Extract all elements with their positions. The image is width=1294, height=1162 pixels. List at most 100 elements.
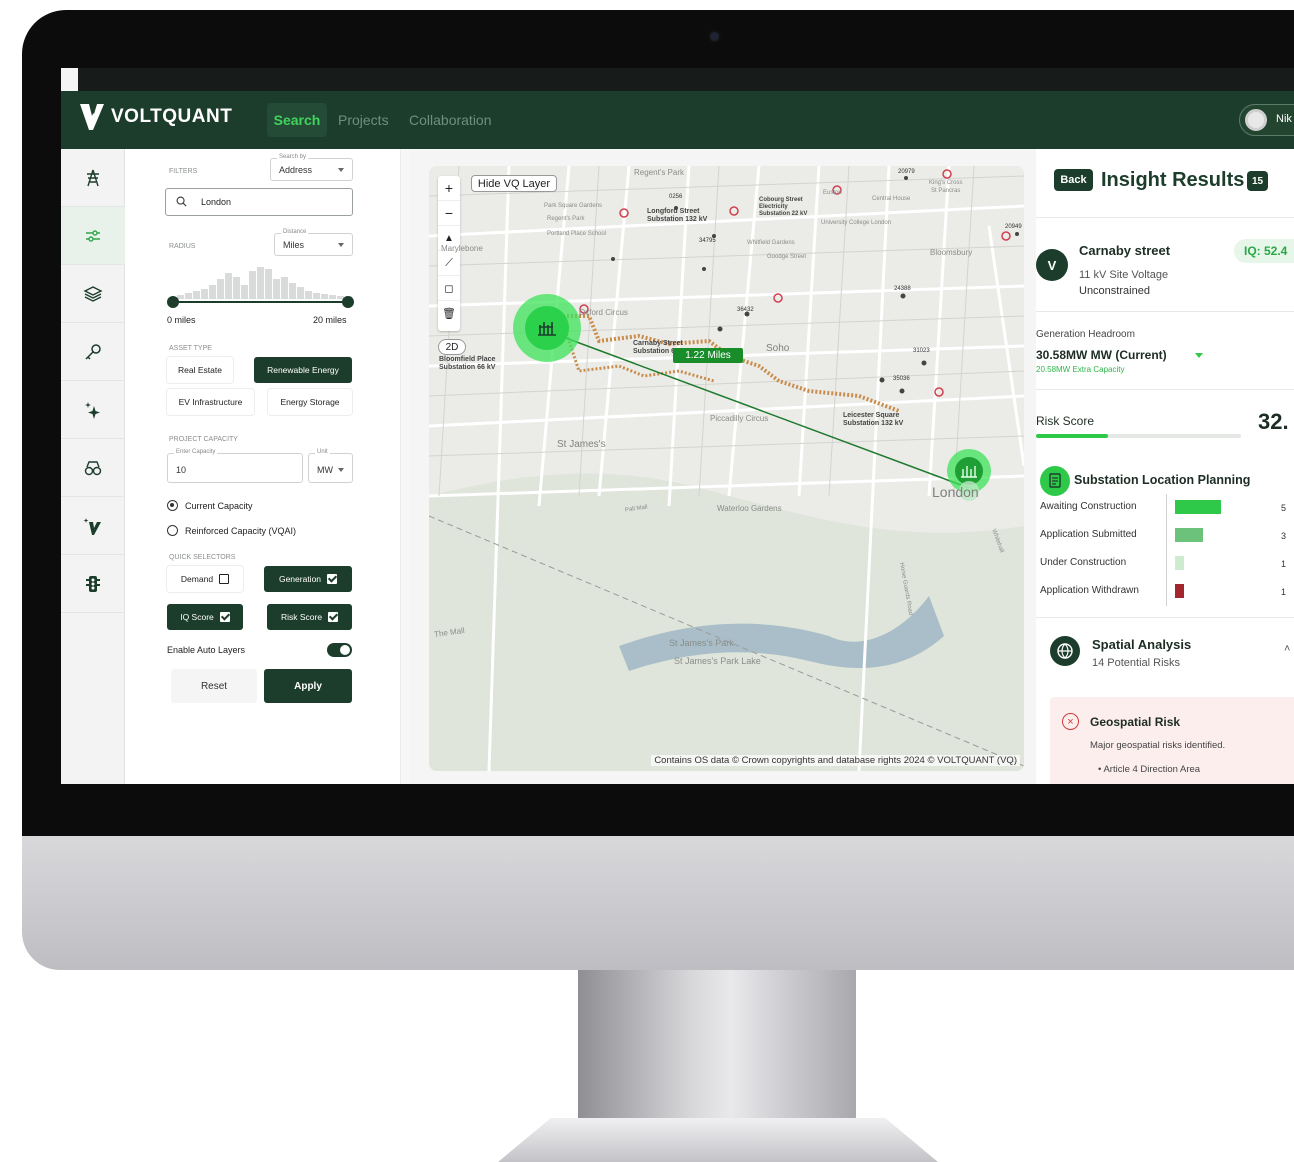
- reinforced-capacity-radio[interactable]: [167, 525, 178, 536]
- substation-icon[interactable]: [960, 462, 978, 480]
- iq-score-badge: IQ: 52.4: [1234, 239, 1294, 263]
- caret-down-icon[interactable]: [1195, 353, 1203, 358]
- map-label-st-james: St James's: [557, 439, 606, 450]
- chevron-down-icon: [338, 468, 344, 472]
- histogram-bar: [209, 285, 216, 299]
- delete-icon[interactable]: 🗑: [438, 301, 460, 326]
- substation-longford[interactable]: Longford Street Substation 132 kV: [647, 208, 717, 224]
- histogram-bar: [193, 291, 200, 299]
- map-label-park-square: Park Square Gardens: [544, 203, 603, 209]
- sidebar-item-tower[interactable]: [61, 149, 125, 207]
- view-mode-toggle[interactable]: 2D: [438, 339, 466, 355]
- headroom-extra: 20.58MW Extra Capacity: [1036, 365, 1125, 374]
- sidebar-item-key[interactable]: [61, 323, 125, 381]
- capacity-caption: Enter Capacity: [174, 449, 218, 455]
- radius-slider-track[interactable]: [172, 301, 348, 303]
- sidebar-item-filters[interactable]: [61, 207, 125, 265]
- hide-vq-layer-button[interactable]: Hide VQ Layer: [471, 175, 557, 192]
- draw-line-icon[interactable]: ⟋: [438, 251, 460, 276]
- capacity-input[interactable]: Enter Capacity 10: [167, 449, 303, 483]
- search-input[interactable]: London: [165, 188, 353, 216]
- back-button[interactable]: Back: [1054, 169, 1093, 191]
- asset-ev-infrastructure[interactable]: EV Infrastructure: [167, 389, 254, 415]
- asset-energy-storage[interactable]: Energy Storage: [268, 389, 352, 415]
- quick-risk-score-checkbox[interactable]: Risk Score: [267, 604, 352, 630]
- geospatial-risk-item: • Article 4 Direction Area: [1098, 764, 1201, 775]
- substation-leicester[interactable]: Leicester Square Substation 132 kV: [843, 412, 923, 428]
- camera-icon: [710, 32, 719, 41]
- radius-slider-max-handle[interactable]: [342, 296, 354, 308]
- site-status: Unconstrained: [1079, 285, 1150, 297]
- sidebar-item-vq-ai[interactable]: [61, 497, 125, 555]
- traffic-light-icon: [86, 575, 100, 592]
- substation-cobourg[interactable]: Cobourg Street Electricity Substation 22…: [759, 197, 819, 218]
- planning-row-bar[interactable]: [1175, 556, 1185, 570]
- map-label-soho: Soho: [766, 343, 790, 354]
- planning-row-bar[interactable]: [1175, 500, 1221, 514]
- planning-row-bar[interactable]: [1175, 584, 1185, 598]
- user-menu[interactable]: Nik: [1239, 104, 1294, 136]
- map-marker-label: 36432: [737, 307, 754, 313]
- substation-icon[interactable]: [536, 317, 558, 339]
- substation-bloomfield[interactable]: Bloomfield Place Substation 66 kV: [439, 356, 499, 372]
- results-count-badge: 15: [1247, 171, 1268, 191]
- planning-row-value: 3: [1281, 531, 1287, 541]
- radius-slider-min-handle[interactable]: [167, 296, 179, 308]
- nav-search-tab[interactable]: Search: [267, 103, 327, 137]
- current-capacity-label: Current Capacity: [185, 501, 253, 511]
- spatial-analysis-icon: [1050, 636, 1080, 666]
- asset-real-estate[interactable]: Real Estate: [167, 357, 233, 383]
- filters-scrollbar[interactable]: [400, 149, 410, 784]
- sidebar-item-sparkle[interactable]: [61, 381, 125, 439]
- checkbox-checked-icon: [219, 612, 230, 622]
- geospatial-risk-desc: Major geospatial risks identified.: [1090, 740, 1226, 751]
- avatar: [1245, 109, 1267, 131]
- quick-selectors-label: QUICK SELECTORS: [169, 554, 236, 561]
- nav-collaboration-tab[interactable]: Collaboration: [409, 112, 492, 128]
- search-by-select[interactable]: Search by Address: [270, 154, 353, 181]
- map-marker-label: 34795: [699, 238, 716, 244]
- quick-iq-score-checkbox[interactable]: IQ Score: [167, 604, 243, 630]
- map-label-st-james-park-lake: St James's Park Lake: [674, 656, 761, 666]
- spatial-analysis-sub: 14 Potential Risks: [1092, 657, 1181, 669]
- planning-row-value: 1: [1281, 559, 1287, 569]
- divider: [1036, 311, 1294, 312]
- unit-select[interactable]: Unit MW: [308, 449, 353, 483]
- apply-button[interactable]: Apply: [264, 669, 352, 703]
- brand-logo[interactable]: VOLTQUANT: [79, 102, 232, 132]
- reset-button[interactable]: Reset: [171, 669, 257, 703]
- histogram-bar: [225, 273, 232, 299]
- sidebar-item-layers[interactable]: [61, 265, 125, 323]
- sidebar-item-binoculars[interactable]: [61, 439, 125, 497]
- draw-polygon-icon[interactable]: ◻: [438, 276, 460, 301]
- histogram-bar: [289, 283, 296, 299]
- quick-generation-label: Generation: [278, 574, 322, 584]
- map-view[interactable]: + − ▲ ⟋ ◻ 🗑 Hide VQ Layer 2D Regent's Pa…: [429, 166, 1024, 771]
- map-label-st-pancras: St Pancras: [931, 188, 961, 194]
- chevron-up-icon[interactable]: ˄: [1284, 643, 1290, 655]
- site-name[interactable]: Carnaby street: [1079, 243, 1170, 258]
- zoom-in-icon[interactable]: +: [438, 176, 460, 201]
- filters-label: FILTERS: [169, 168, 198, 175]
- histogram-bar: [217, 279, 224, 299]
- planning-row-bar[interactable]: [1175, 528, 1203, 542]
- quick-generation-checkbox[interactable]: Generation: [264, 566, 352, 592]
- globe-icon: [1057, 643, 1073, 659]
- current-capacity-radio[interactable]: [167, 500, 178, 511]
- nav-projects-tab[interactable]: Projects: [338, 112, 389, 128]
- sidebar-item-traffic[interactable]: [61, 555, 125, 613]
- zoom-out-icon[interactable]: −: [438, 201, 460, 226]
- distance-select[interactable]: Distance Miles: [274, 229, 353, 256]
- unit-caption: Unit: [315, 449, 330, 455]
- voltquant-logo-icon: [80, 104, 104, 130]
- asset-renewable-energy[interactable]: Renewable Energy: [254, 357, 352, 383]
- binoculars-icon: [84, 460, 102, 475]
- vq-ai-icon: [83, 517, 101, 535]
- map-label-waterloo-gardens: Waterloo Gardens: [717, 504, 782, 513]
- map-label-piccadilly: Piccadilly Circus: [710, 414, 769, 423]
- auto-layers-toggle[interactable]: [327, 643, 352, 657]
- spatial-analysis-title: Spatial Analysis: [1092, 637, 1192, 652]
- map-marker-label: 0256: [669, 194, 683, 200]
- quick-demand-checkbox[interactable]: Demand: [167, 566, 243, 592]
- histogram-bar: [201, 289, 208, 299]
